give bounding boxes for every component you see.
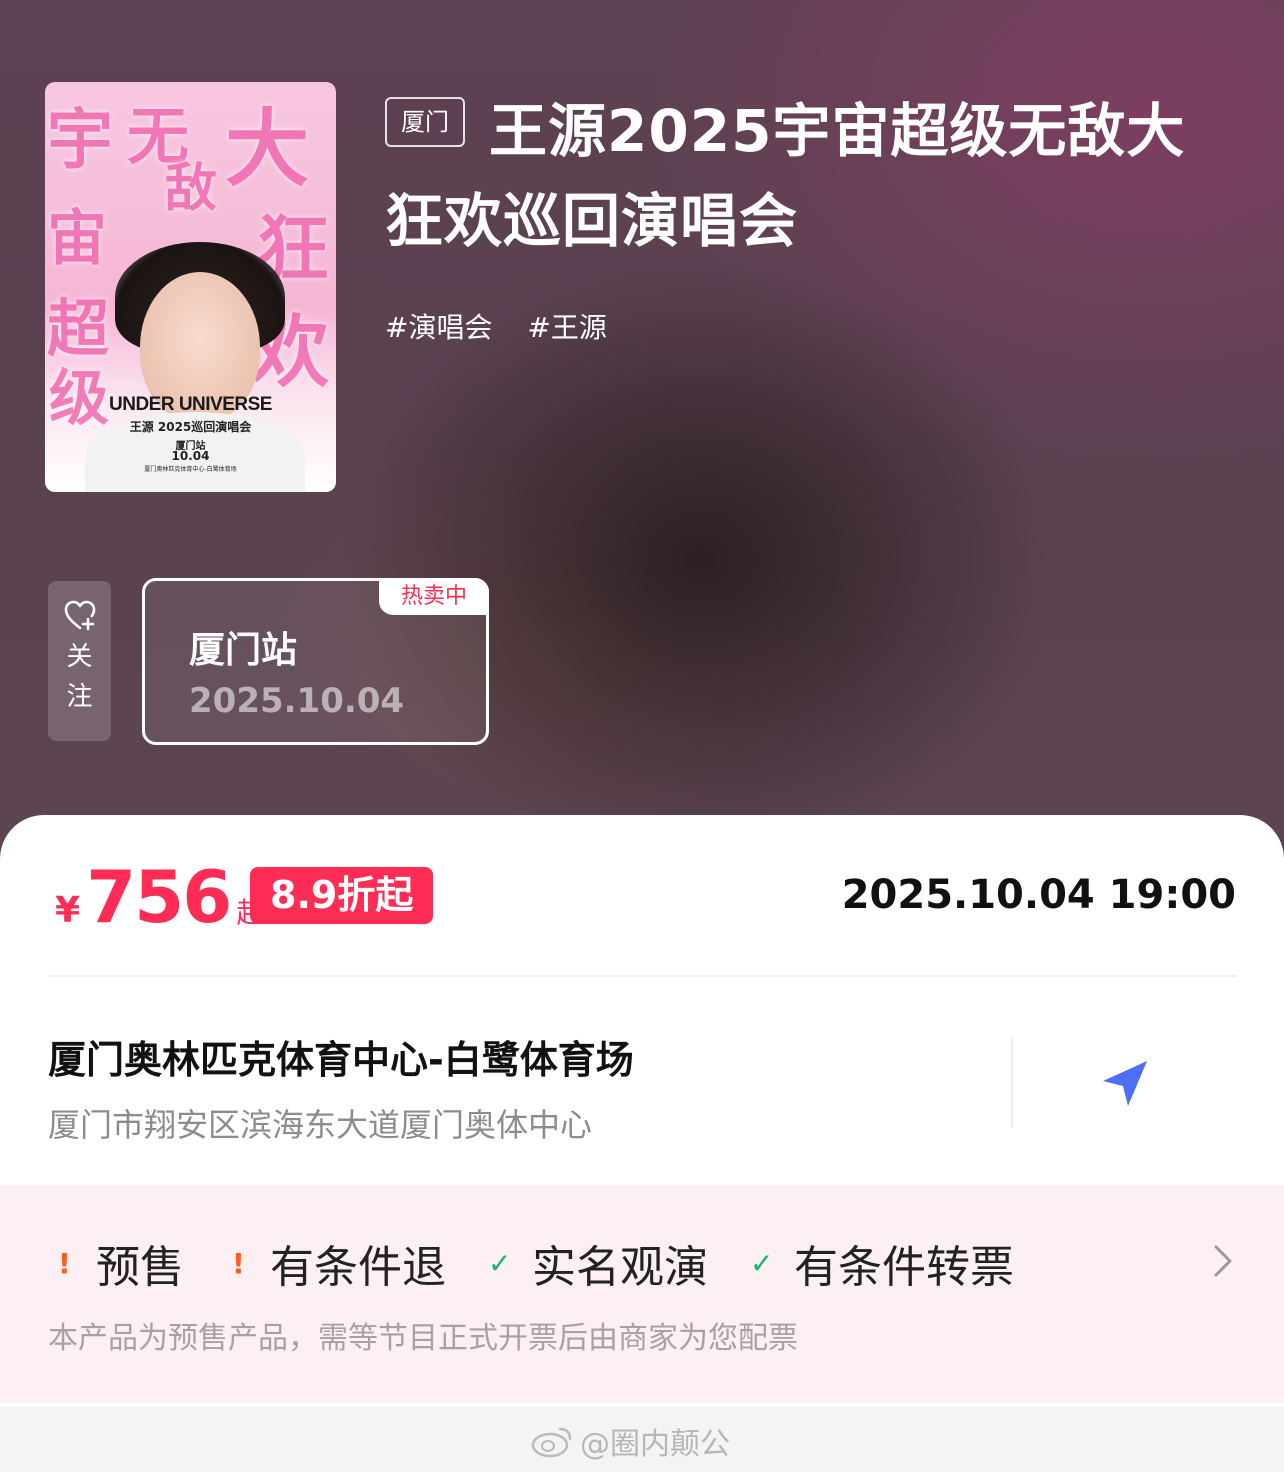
price: ¥ 756 起 (55, 855, 264, 939)
policy-label: 有条件转票 (794, 1242, 1014, 1293)
policy-label: 有条件退 (270, 1242, 446, 1293)
poster-line: 王源 2025巡回演唱会 (129, 420, 252, 434)
watermark: @圈内颠公 (530, 1416, 730, 1466)
session-name: 厦门站 (189, 630, 298, 671)
event-poster[interactable]: 宇 宙 超 级 无 敌 大 狂 欢 UNDER UNIVERSE 王源 2025… (45, 82, 336, 492)
policy-label: 预售 (96, 1242, 184, 1293)
venue-address[interactable]: 厦门市翔安区滨海东大道厦门奥体中心 (48, 1100, 592, 1146)
session-date: 2025.10.04 (189, 681, 405, 721)
discount-badge: 8.9折起 (250, 867, 434, 924)
follow-label: 注 (66, 682, 93, 712)
poster-line: 厦门奥林匹克体育中心-白鹭体育场 (144, 466, 237, 473)
tag-artist[interactable]: #王源 (527, 311, 606, 344)
poster-char: 大 (225, 99, 310, 198)
follow-button[interactable]: 关 注 (48, 581, 111, 741)
currency-symbol: ¥ (55, 890, 81, 931)
weibo-logo-icon (531, 1427, 572, 1458)
policy-refund: ! 有条件退 (222, 1231, 446, 1295)
policy-presale: ! 预售 (48, 1231, 184, 1295)
venue-name[interactable]: 厦门奥林匹克体育中心-白鹭体育场 (48, 1029, 634, 1084)
event-title: 王源2025宇宙超级无敌大狂欢巡回演唱会 (385, 97, 1186, 255)
poster-char: 敌 (165, 158, 218, 219)
hero-section: 宇 宙 超 级 无 敌 大 狂 欢 UNDER UNIVERSE 王源 2025… (0, 0, 1284, 880)
policy-label: 实名观演 (532, 1242, 708, 1293)
ticket-info-card: ¥ 756 起 8.9折起 2025.10.04 19:00 厦门奥林匹克体育中… (0, 815, 1284, 1407)
poster-line: 10.04 (171, 449, 210, 463)
poster-char: 宇 (47, 100, 113, 178)
policy-transfer: ✓ 有条件转票 (746, 1231, 1014, 1295)
warning-icon: ! (58, 1246, 71, 1280)
heart-plus-icon (64, 600, 95, 631)
poster-brand: UNDER UNIVERSE (109, 394, 272, 415)
poster-char: 宙 (47, 204, 107, 274)
check-icon: ✓ (750, 1246, 774, 1280)
show-time: 2025.10.04 19:00 (841, 872, 1236, 918)
chevron-right-icon[interactable] (1208, 1241, 1238, 1281)
policy-section[interactable]: ! 预售 ! 有条件退 ✓ 实名观演 ✓ 有条件转票 本产品为预售产品，需等节目… (0, 1185, 1284, 1403)
hot-sale-badge: 热卖中 (378, 578, 489, 615)
price-value: 756 (86, 855, 232, 939)
divider (1011, 1037, 1013, 1127)
tag-concert[interactable]: #演唱会 (385, 311, 492, 344)
follow-label: 关 (66, 642, 93, 672)
policy-real-name: ✓ 实名观演 (484, 1231, 708, 1295)
session-card-xiamen[interactable]: 热卖中 厦门站 2025.10.04 (142, 578, 489, 745)
policy-list: ! 预售 ! 有条件退 ✓ 实名观演 ✓ 有条件转票 (48, 1231, 1052, 1295)
divider (48, 975, 1236, 977)
watermark-text: @圈内颠公 (580, 1427, 730, 1462)
warning-icon: ! (232, 1246, 245, 1280)
check-icon: ✓ (488, 1246, 512, 1280)
policy-note: 本产品为预售产品，需等节目正式开票后由商家为您配票 (48, 1321, 798, 1356)
tag-list: #演唱会 #王源 (385, 306, 633, 346)
navigation-arrow-icon[interactable] (1095, 1053, 1155, 1113)
